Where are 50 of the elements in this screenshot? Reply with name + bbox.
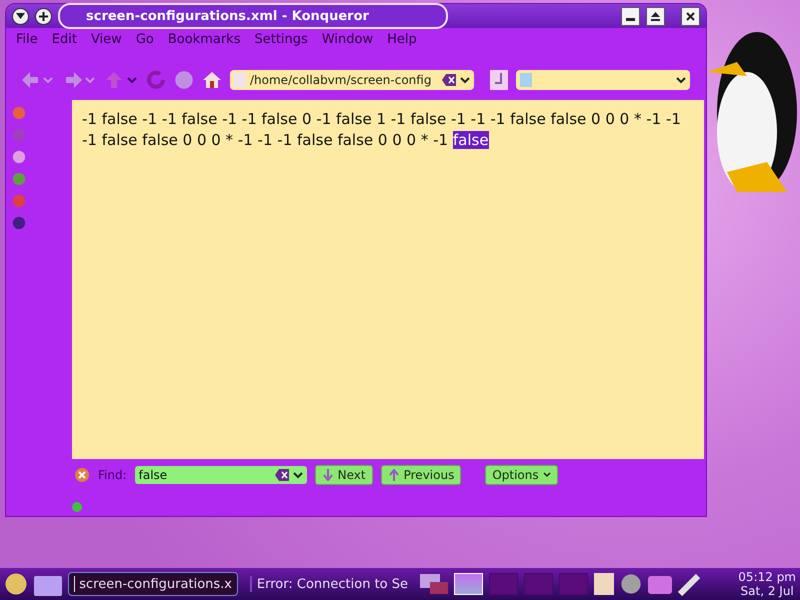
up-arrow-icon[interactable] [104,71,138,89]
menu-item[interactable]: Window [316,32,382,54]
menu-item[interactable]: Bookmarks [162,32,248,54]
find-field[interactable]: false [134,466,307,484]
plus-icon [39,12,48,20]
menu-item[interactable]: Settings [248,32,316,54]
caret-icon [16,13,25,19]
menu-button[interactable] [12,8,29,24]
caret-icon [542,472,551,478]
desktop-pager-cell[interactable] [489,573,518,595]
window-title: screen-configurations.xml - Konqueror [58,3,448,29]
find-label: Find: [98,468,127,482]
desktop-pager-cell[interactable] [524,573,553,595]
add-button[interactable] [35,8,52,24]
home-icon[interactable] [202,70,222,90]
next-button[interactable]: Next [314,465,373,485]
dropdown-caret-icon[interactable] [676,76,686,84]
clear-text-icon[interactable] [274,469,289,481]
search-engine-icon [520,73,532,87]
close-find-icon[interactable] [74,467,90,483]
menu-item[interactable]: View [84,32,130,54]
maximize-button[interactable] [646,6,665,26]
maximize-icon [651,12,660,20]
taskbar-task[interactable]: screen-configurations.x [68,572,238,596]
menu-item[interactable]: Help [381,32,425,54]
up-arrow-icon [388,469,400,481]
menu-item[interactable]: Go [130,32,162,54]
sidebar-tab-icon[interactable] [12,216,26,230]
desktop-pager-cell[interactable] [559,573,588,595]
previous-button[interactable]: Previous [380,465,462,485]
search-field[interactable] [516,70,690,90]
clock[interactable]: 05:12 pm Sat, 2 Jul [738,570,796,598]
menu-item[interactable]: File [10,32,46,54]
taskbar-task[interactable]: Error: Connection to Se [244,572,414,596]
status-light-icon [72,502,82,512]
menu-item[interactable]: Edit [46,32,85,54]
close-icon [686,12,695,20]
location-field[interactable]: /home/collabvm/screen-config [230,70,474,90]
document-icon [234,73,246,87]
options-button[interactable]: Options [485,465,558,485]
document-text: -1 false -1 -1 false -1 -1 false 0 -1 false 1 -1 false -1 -1 -1 false false 0 0 0 * -1 -1 -1 false false 0 0 0 * -1 -1 -1 false false 0 0 0 * -1 false [82,109,682,151]
dropdown-caret-icon[interactable] [460,76,470,84]
minimize-button[interactable] [621,6,640,26]
minimize-icon [626,18,635,20]
clear-location-icon[interactable] [490,70,508,90]
close-button[interactable] [681,6,700,26]
dropdown-caret-icon[interactable] [292,472,303,478]
windows-icon[interactable] [420,574,448,594]
clear-text-icon[interactable] [442,74,456,86]
down-arrow-icon [322,469,334,481]
